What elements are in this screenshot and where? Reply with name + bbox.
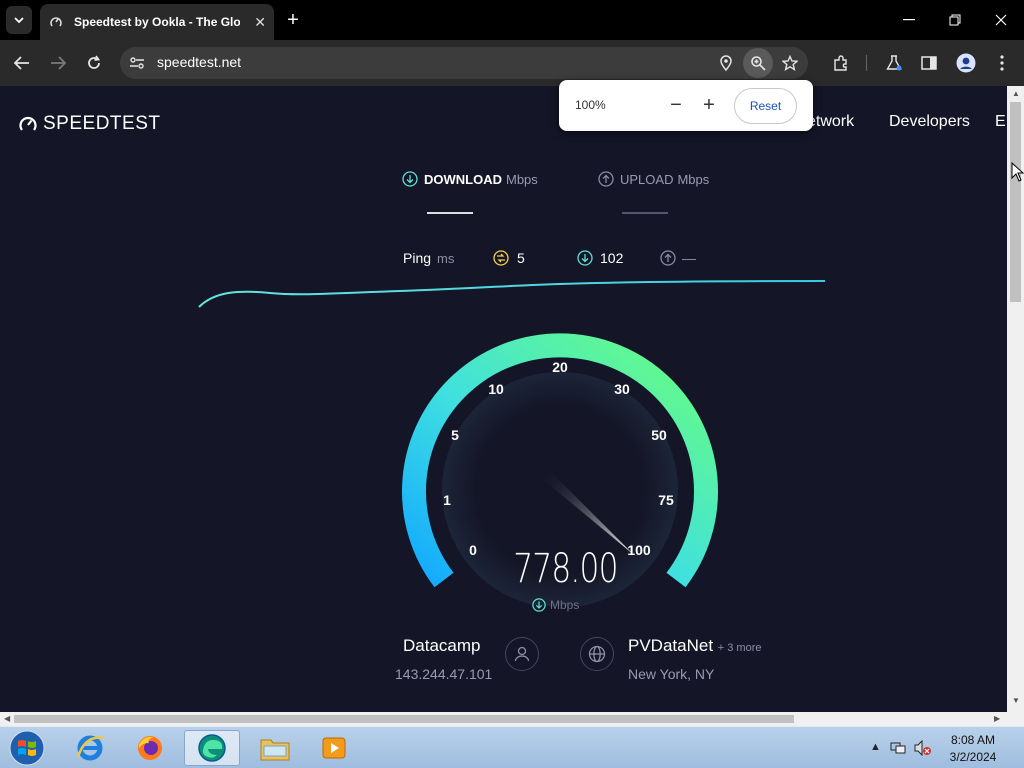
media-player-icon: [322, 737, 346, 759]
horizontal-scroll-thumb[interactable]: [14, 715, 794, 723]
url-text: speedtest.net: [157, 54, 242, 70]
flask-icon: [886, 55, 902, 71]
internet-explorer-taskbar-button[interactable]: [62, 730, 118, 766]
download-small-icon: [532, 598, 546, 612]
address-bar[interactable]: speedtest.net: [120, 47, 808, 79]
tab-title: Speedtest by Ookla - The Glob: [74, 15, 240, 29]
restore-button[interactable]: [932, 0, 978, 40]
minimize-button[interactable]: [886, 0, 932, 40]
gauge-tick-label: 75: [658, 492, 674, 508]
zoom-in-button[interactable]: +: [697, 93, 721, 117]
close-window-button[interactable]: [978, 0, 1024, 40]
media-player-taskbar-button[interactable]: [306, 730, 362, 766]
scrollbar-corner: [1007, 712, 1024, 726]
volume-muted-icon[interactable]: [914, 740, 932, 756]
windows-taskbar: ▲ 8:08 AM 3/2/2024: [0, 726, 1024, 768]
server-location[interactable]: New York, NY: [628, 666, 714, 682]
clock-time: 8:08 AM: [950, 733, 996, 747]
windows-start-icon: [9, 730, 45, 766]
arrow-left-icon: [14, 56, 29, 70]
internet-explorer-icon: [76, 735, 104, 761]
folder-icon: [260, 739, 290, 761]
new-tab-button[interactable]: +: [282, 9, 304, 31]
toolbar-divider: [866, 55, 867, 71]
site-info-icon[interactable]: [122, 48, 152, 78]
gauge-tick-label: 100: [627, 542, 651, 558]
browser-toolbar: speedtest.net: [0, 40, 1024, 86]
vertical-scroll-thumb[interactable]: [1010, 102, 1021, 302]
scroll-down-arrow-icon[interactable]: ▼: [1012, 696, 1020, 705]
server-name[interactable]: PVDataNet + 3 more: [628, 636, 762, 656]
forward-button[interactable]: [43, 48, 73, 78]
reload-button[interactable]: [79, 48, 109, 78]
zoom-icon[interactable]: [743, 48, 773, 78]
network-tray-icon[interactable]: [890, 740, 906, 756]
scroll-up-arrow-icon[interactable]: ▲: [1012, 89, 1020, 98]
server-name-text: PVDataNet: [628, 636, 714, 655]
gauge-tick-label: 30: [614, 381, 630, 397]
clock-date: 3/2/2024: [949, 750, 997, 764]
arrow-right-icon: [51, 56, 66, 70]
labs-button[interactable]: [879, 48, 909, 78]
gauge-tick-label: 1: [443, 492, 451, 508]
bookmark-star-icon[interactable]: [775, 48, 805, 78]
firefox-icon: [138, 736, 162, 760]
kebab-menu-icon: [1000, 55, 1004, 71]
speedtest-page: SPEEDTEST etwork Developers E DOWNLOAD M…: [0, 86, 1007, 712]
zoom-out-button[interactable]: −: [664, 93, 688, 117]
location-pin-icon[interactable]: [711, 48, 741, 78]
gauge-tick-label: 50: [651, 427, 667, 443]
edge-taskbar-button[interactable]: [184, 730, 240, 766]
horizontal-scrollbar[interactable]: ◀ ▶: [0, 712, 1007, 726]
speed-unit-group: Mbps: [532, 598, 579, 612]
close-tab-icon[interactable]: ✕: [254, 14, 266, 31]
speed-sample-graph: [198, 280, 826, 308]
browser-tab[interactable]: Speedtest by Ookla - The Glob ✕: [40, 4, 274, 40]
isp-name: Datacamp: [403, 636, 481, 655]
gauge-tick-label: 5: [451, 427, 459, 443]
scroll-left-arrow-icon[interactable]: ◀: [4, 714, 10, 723]
back-button[interactable]: [7, 48, 37, 78]
speed-value: 778.00: [513, 546, 618, 592]
avatar-icon: [956, 53, 976, 73]
reload-icon: [88, 55, 101, 69]
server-more-link[interactable]: + 3 more: [718, 642, 762, 654]
start-button[interactable]: [2, 730, 52, 766]
profile-button[interactable]: [951, 48, 981, 78]
system-clock[interactable]: 8:08 AM 3/2/2024: [935, 732, 1011, 766]
menu-button[interactable]: [987, 48, 1017, 78]
browser-tab-bar: Speedtest by Ookla - The Glob ✕ +: [0, 0, 1024, 40]
globe-icon: [580, 637, 614, 671]
file-explorer-taskbar-button[interactable]: [247, 730, 303, 766]
zoom-popup: 100% − + Reset: [559, 80, 813, 131]
gauge-tick-label: 20: [552, 359, 568, 375]
ip-address: 143.244.47.101: [395, 666, 493, 682]
speed-unit: Mbps: [550, 598, 580, 612]
gauge-tick-label: 0: [469, 542, 477, 558]
firefox-taskbar-button[interactable]: [122, 730, 178, 766]
speedtest-favicon-icon: [48, 14, 64, 30]
mouse-cursor-icon: [1011, 162, 1024, 182]
edge-browser-icon: [198, 734, 226, 762]
scroll-right-arrow-icon[interactable]: ▶: [994, 714, 1000, 723]
user-icon: [505, 637, 539, 671]
tab-search-button[interactable]: [6, 6, 32, 34]
zoom-percent: 100%: [575, 98, 606, 112]
gauge-tick-label: 10: [488, 381, 504, 397]
zoom-reset-button[interactable]: Reset: [734, 88, 797, 124]
side-panel-button[interactable]: [914, 48, 944, 78]
puzzle-icon: [834, 55, 847, 71]
side-panel-icon: [921, 56, 937, 70]
extensions-button[interactable]: [826, 48, 856, 78]
chevron-down-icon: [14, 17, 24, 24]
show-hidden-icons-button[interactable]: ▲: [870, 741, 881, 753]
